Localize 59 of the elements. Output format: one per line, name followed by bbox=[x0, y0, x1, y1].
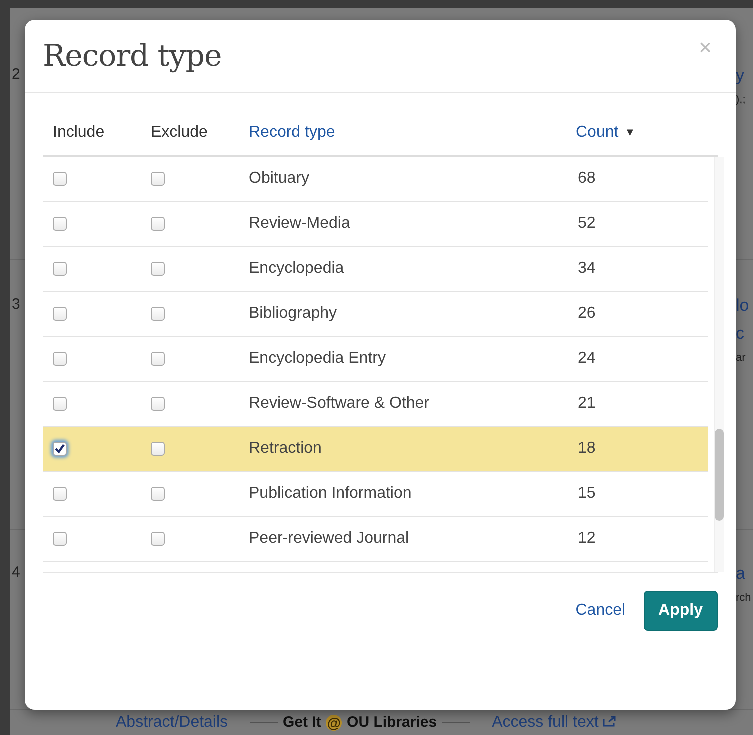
result-text: a bbox=[736, 564, 746, 584]
table-cell-text: 52 bbox=[578, 215, 597, 233]
result-number: 3 bbox=[11, 296, 20, 315]
table-cell-text: Publication Information bbox=[249, 485, 413, 503]
result-number: 2 bbox=[11, 66, 20, 85]
cancel-button[interactable]: Cancel bbox=[570, 601, 632, 621]
exclude-checkbox[interactable] bbox=[151, 532, 165, 546]
table-cell-text: Obituary bbox=[249, 170, 310, 188]
sort-column-header[interactable]: Record type bbox=[249, 124, 576, 142]
include-checkbox[interactable] bbox=[53, 307, 67, 321]
result-text: ar bbox=[736, 352, 747, 364]
sort-column-header[interactable]: Count ▼ bbox=[576, 124, 706, 142]
table-cell-text: Peer-reviewed Journal bbox=[249, 530, 410, 548]
exclude-checkbox[interactable] bbox=[151, 262, 165, 276]
table-cell-text: 34 bbox=[578, 260, 597, 278]
column-header: Include bbox=[53, 124, 106, 142]
table-cell-text: 12 bbox=[578, 530, 597, 548]
include-checkbox[interactable] bbox=[53, 262, 67, 276]
column-header: Exclude bbox=[151, 124, 209, 142]
table-cell-text: Bibliography bbox=[249, 305, 338, 323]
include-checkbox[interactable] bbox=[53, 217, 67, 231]
include-checkbox[interactable] bbox=[53, 532, 67, 546]
exclude-checkbox[interactable] bbox=[151, 172, 165, 186]
include-checkbox[interactable] bbox=[53, 397, 67, 411]
result-text: lo bbox=[736, 296, 750, 316]
at-sign: @ bbox=[326, 714, 342, 730]
include-checkbox[interactable] bbox=[53, 352, 67, 366]
include-checkbox[interactable] bbox=[53, 172, 67, 186]
library-label: OU Libraries bbox=[347, 714, 438, 731]
result-number: 4 bbox=[11, 564, 20, 583]
table-cell-text: 24 bbox=[578, 350, 597, 368]
table-cell-text: 26 bbox=[578, 305, 597, 323]
get-it-label: Get It bbox=[283, 714, 322, 731]
table-cell-text: 68 bbox=[578, 170, 597, 188]
include-checkbox[interactable] bbox=[53, 487, 67, 501]
exclude-checkbox[interactable] bbox=[151, 307, 165, 321]
result-text: rch bbox=[736, 592, 752, 604]
table-row[interactable]: Retraction 18 bbox=[43, 427, 708, 472]
table-cell-text: Retraction bbox=[249, 440, 323, 458]
scrollbar[interactable] bbox=[714, 157, 724, 572]
table-cell-text: 15 bbox=[578, 485, 597, 503]
exclude-checkbox[interactable] bbox=[151, 217, 165, 231]
table-cell-text: Review-Media bbox=[249, 215, 352, 233]
external-link-icon bbox=[603, 714, 618, 726]
result-text: c bbox=[736, 324, 746, 344]
exclude-checkbox[interactable] bbox=[151, 487, 165, 501]
apply-button[interactable]: Apply bbox=[644, 591, 718, 631]
table-cell-text: Encyclopedia bbox=[249, 260, 346, 278]
dialog-title: Record type bbox=[43, 38, 222, 74]
table-cell-text: 21 bbox=[578, 395, 597, 413]
include-checkbox[interactable] bbox=[53, 442, 67, 456]
exclude-checkbox[interactable] bbox=[151, 442, 165, 456]
table-cell-text: 18 bbox=[578, 440, 597, 458]
result-text: ),; bbox=[736, 94, 747, 106]
table-cell-text: Review-Software & Other bbox=[249, 395, 431, 413]
table-cell-text: Encyclopedia Entry bbox=[249, 350, 387, 368]
exclude-checkbox[interactable] bbox=[151, 397, 165, 411]
result-text: y bbox=[736, 66, 746, 86]
exclude-checkbox[interactable] bbox=[151, 352, 165, 366]
